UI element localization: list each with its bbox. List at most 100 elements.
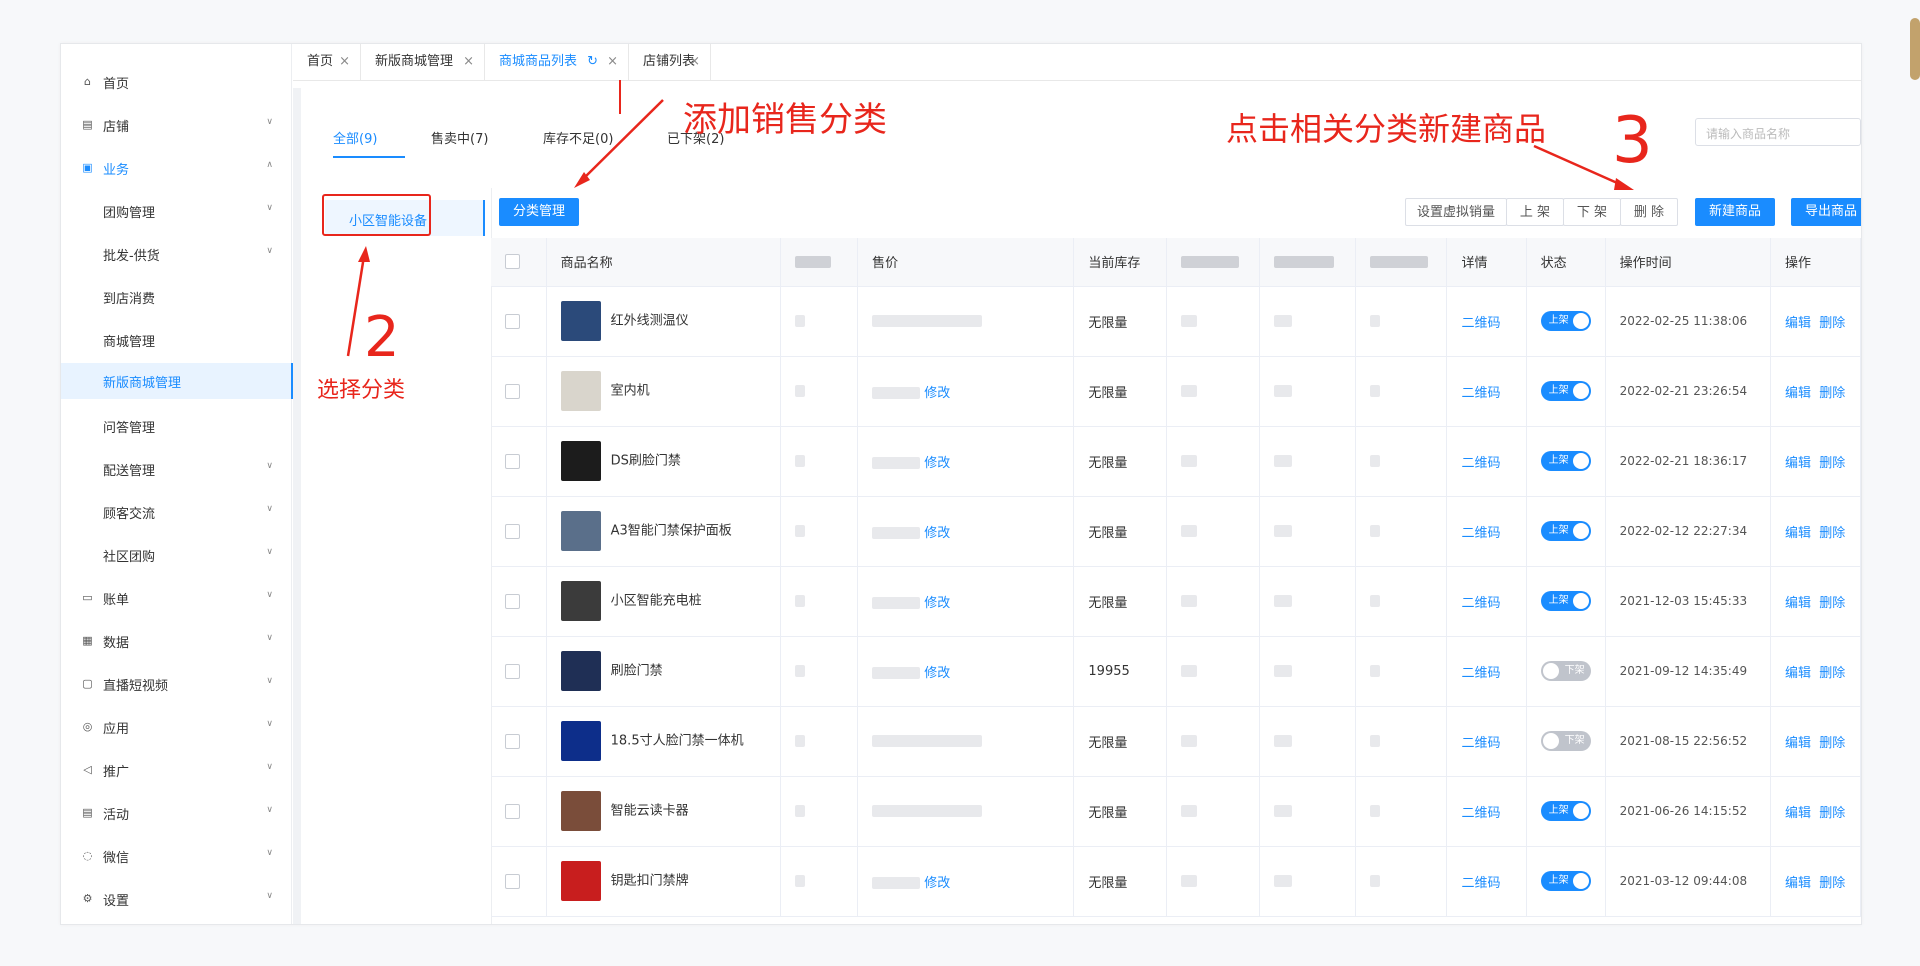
on-shelf-button[interactable]: 上 架 xyxy=(1506,198,1564,226)
edit-link[interactable]: 编辑 xyxy=(1785,526,1811,541)
edit-link[interactable]: 编辑 xyxy=(1785,596,1811,611)
row-checkbox[interactable] xyxy=(505,453,520,469)
row-select-cell[interactable] xyxy=(491,846,547,917)
category-manage-button[interactable]: 分类管理 xyxy=(499,198,579,226)
batch-delete-button[interactable]: 删 除 xyxy=(1620,198,1678,226)
qrcode-link[interactable]: 二维码 xyxy=(1461,386,1500,401)
refresh-icon[interactable]: ↻ xyxy=(587,44,598,80)
set-virtual-sales-button[interactable]: 设置虚拟销量 xyxy=(1405,198,1507,226)
select-all-checkbox[interactable] xyxy=(505,254,520,270)
qrcode-link[interactable]: 二维码 xyxy=(1461,736,1500,751)
sidebar-item-bill[interactable]: ▭ 账单 ∨ xyxy=(61,578,291,618)
sidebar-item-store[interactable]: ▤ 店铺 ∨ xyxy=(61,105,291,145)
sidebar-item-mall-manage[interactable]: 商城管理 xyxy=(61,320,291,360)
close-icon[interactable]: × xyxy=(689,44,700,80)
sidebar-item-qa[interactable]: 问答管理 xyxy=(61,406,291,446)
delete-link[interactable]: 删除 xyxy=(1819,316,1845,331)
sidebar-item-group-buy[interactable]: 团购管理 ∨ xyxy=(61,191,291,231)
row-checkbox[interactable] xyxy=(505,873,520,889)
sidebar-item-live[interactable]: ▢ 直播短视频 ∨ xyxy=(61,664,291,704)
status-toggle[interactable]: 下架 xyxy=(1540,661,1591,681)
sidebar-item-home[interactable]: ⌂ 首页 xyxy=(61,62,291,102)
edit-price-link[interactable]: 修改 xyxy=(924,876,950,891)
export-product-button[interactable]: 导出商品 xyxy=(1791,198,1861,226)
row-select-cell[interactable] xyxy=(491,566,547,637)
status-toggle[interactable]: 下架 xyxy=(1540,731,1591,751)
status-toggle[interactable]: 上架 xyxy=(1540,591,1591,611)
tab-store-list[interactable]: 店铺列表 × xyxy=(629,44,711,80)
qrcode-link[interactable]: 二维码 xyxy=(1461,876,1500,891)
window-scrollbar[interactable] xyxy=(1910,18,1920,80)
delete-link[interactable]: 删除 xyxy=(1819,456,1845,471)
status-toggle[interactable]: 上架 xyxy=(1540,871,1591,891)
delete-link[interactable]: 删除 xyxy=(1819,386,1845,401)
row-checkbox[interactable] xyxy=(505,803,520,819)
sidebar-item-delivery[interactable]: 配送管理 ∨ xyxy=(61,449,291,489)
sidebar-item-customer-chat[interactable]: 顾客交流 ∨ xyxy=(61,492,291,532)
delete-link[interactable]: 删除 xyxy=(1819,876,1845,891)
edit-link[interactable]: 编辑 xyxy=(1785,736,1811,751)
qrcode-link[interactable]: 二维码 xyxy=(1461,526,1500,541)
delete-link[interactable]: 删除 xyxy=(1819,526,1845,541)
edit-price-link[interactable]: 修改 xyxy=(924,456,950,471)
sidebar-item-wholesale[interactable]: 批发-供货 ∨ xyxy=(61,234,291,274)
edit-link[interactable]: 编辑 xyxy=(1785,386,1811,401)
select-all-cell[interactable] xyxy=(491,238,547,287)
row-checkbox[interactable] xyxy=(505,593,520,609)
status-toggle[interactable]: 上架 xyxy=(1540,381,1591,401)
edit-link[interactable]: 编辑 xyxy=(1785,666,1811,681)
status-toggle[interactable]: 上架 xyxy=(1540,801,1591,821)
close-icon[interactable]: × xyxy=(463,44,474,80)
sidebar-item-data[interactable]: ▦ 数据 ∨ xyxy=(61,621,291,661)
filter-tab-on-sale[interactable]: 售卖中(7) xyxy=(431,128,488,147)
delete-link[interactable]: 删除 xyxy=(1819,596,1845,611)
row-checkbox[interactable] xyxy=(505,733,520,749)
edit-link[interactable]: 编辑 xyxy=(1785,806,1811,821)
row-checkbox[interactable] xyxy=(505,523,520,539)
status-toggle[interactable]: 上架 xyxy=(1540,521,1591,541)
edit-price-link[interactable]: 修改 xyxy=(924,386,950,401)
row-checkbox[interactable] xyxy=(505,313,520,329)
close-icon[interactable]: × xyxy=(339,44,350,80)
new-product-button[interactable]: 新建商品 xyxy=(1695,198,1775,226)
row-select-cell[interactable] xyxy=(491,286,547,357)
row-checkbox[interactable] xyxy=(505,383,520,399)
search-input[interactable]: 请输入商品名称 xyxy=(1695,118,1861,146)
edit-link[interactable]: 编辑 xyxy=(1785,456,1811,471)
row-select-cell[interactable] xyxy=(491,636,547,707)
sidebar-item-in-store[interactable]: 到店消费 xyxy=(61,277,291,317)
sidebar-item-promo[interactable]: ◁ 推广 ∨ xyxy=(61,750,291,790)
delete-link[interactable]: 删除 xyxy=(1819,666,1845,681)
qrcode-link[interactable]: 二维码 xyxy=(1461,806,1500,821)
delete-link[interactable]: 删除 xyxy=(1819,736,1845,751)
sidebar-item-community-group[interactable]: 社区团购 ∨ xyxy=(61,535,291,575)
status-toggle[interactable]: 上架 xyxy=(1540,451,1591,471)
qrcode-link[interactable]: 二维码 xyxy=(1461,596,1500,611)
off-shelf-button[interactable]: 下 架 xyxy=(1563,198,1621,226)
sidebar-item-apps[interactable]: ◎ 应用 ∨ xyxy=(61,707,291,747)
tab-home[interactable]: 首页 × xyxy=(293,44,361,80)
row-select-cell[interactable] xyxy=(491,356,547,427)
row-select-cell[interactable] xyxy=(491,426,547,497)
status-toggle[interactable]: 上架 xyxy=(1540,311,1591,331)
sidebar-item-activity[interactable]: ▤ 活动 ∨ xyxy=(61,793,291,833)
filter-tab-low-stock[interactable]: 库存不足(0) xyxy=(543,128,613,147)
row-select-cell[interactable] xyxy=(491,776,547,847)
edit-price-link[interactable]: 修改 xyxy=(924,596,950,611)
filter-tab-all[interactable]: 全部(9) xyxy=(333,128,377,147)
tab-new-mall-manage[interactable]: 新版商城管理 × xyxy=(361,44,485,80)
sidebar-item-new-mall-manage[interactable]: 新版商城管理 xyxy=(61,363,294,399)
edit-price-link[interactable]: 修改 xyxy=(924,666,950,681)
close-icon[interactable]: × xyxy=(607,44,618,80)
row-select-cell[interactable] xyxy=(491,496,547,567)
qrcode-link[interactable]: 二维码 xyxy=(1461,456,1500,471)
edit-link[interactable]: 编辑 xyxy=(1785,876,1811,891)
sidebar-item-wechat[interactable]: ◌ 微信 ∨ xyxy=(61,836,291,876)
row-checkbox[interactable] xyxy=(505,663,520,679)
delete-link[interactable]: 删除 xyxy=(1819,806,1845,821)
edit-price-link[interactable]: 修改 xyxy=(924,526,950,541)
qrcode-link[interactable]: 二维码 xyxy=(1461,666,1500,681)
tab-mall-product-list[interactable]: 商城商品列表 ↻ × xyxy=(485,44,629,80)
edit-link[interactable]: 编辑 xyxy=(1785,316,1811,331)
sidebar-item-business[interactable]: ▣ 业务 ∧ xyxy=(61,148,291,188)
